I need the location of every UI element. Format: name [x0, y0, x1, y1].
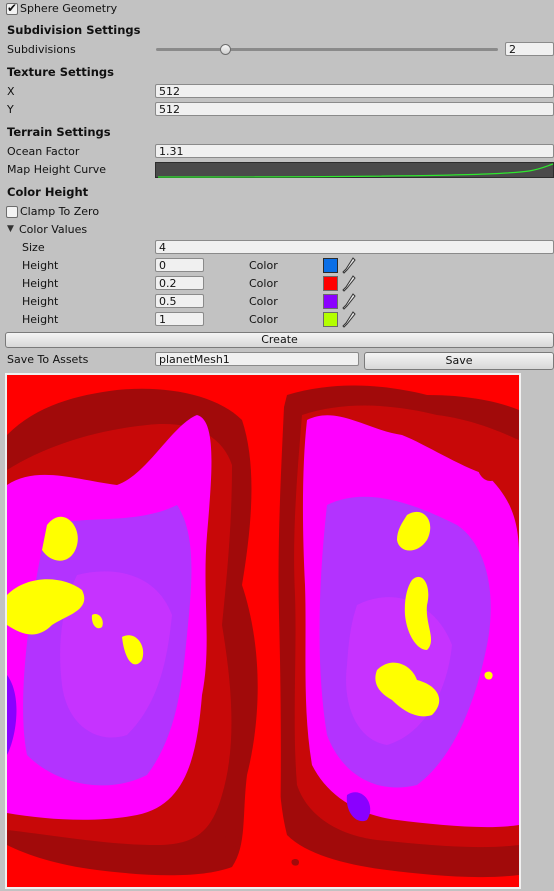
sphere-geometry-checkbox[interactable]: ✔ — [6, 1, 18, 15]
size-label: Size — [22, 241, 45, 254]
texture-preview — [5, 373, 521, 889]
terrain-header: Terrain Settings — [7, 125, 111, 139]
create-button[interactable]: Create — [5, 332, 554, 348]
save-button[interactable]: Save — [364, 352, 554, 370]
color-swatch[interactable] — [323, 258, 338, 273]
y-label: Y — [7, 103, 14, 116]
color-label: Color — [249, 277, 278, 290]
height-label: Height — [22, 313, 59, 326]
color-label: Color — [249, 295, 278, 308]
color-label: Color — [249, 259, 278, 272]
height-field[interactable]: 0 — [155, 258, 204, 272]
asset-name-field[interactable]: planetMesh1 — [155, 352, 359, 366]
size-field[interactable]: 4 — [155, 240, 554, 254]
check-icon: ✔ — [7, 1, 18, 15]
subdivisions-slider-track[interactable] — [156, 48, 498, 51]
eyedropper-icon[interactable] — [342, 257, 356, 275]
map-height-curve-field[interactable] — [155, 162, 554, 178]
clamp-to-zero-checkbox[interactable] — [6, 206, 18, 218]
subdivisions-label: Subdivisions — [7, 43, 76, 56]
ocean-factor-label: Ocean Factor — [7, 145, 80, 158]
color-height-header: Color Height — [7, 185, 89, 199]
eyedropper-icon[interactable] — [342, 275, 356, 293]
ocean-factor-field[interactable]: 1.31 — [155, 144, 554, 158]
color-swatch[interactable] — [323, 276, 338, 291]
color-swatch[interactable] — [323, 294, 338, 309]
height-label: Height — [22, 277, 59, 290]
color-swatch[interactable] — [323, 312, 338, 327]
texture-header: Texture Settings — [7, 65, 114, 79]
save-to-assets-label: Save To Assets — [7, 353, 89, 366]
clamp-to-zero-label: Clamp To Zero — [20, 205, 100, 218]
foldout-triangle-icon[interactable]: ▼ — [7, 224, 14, 234]
color-values-label[interactable]: Color Values — [19, 223, 87, 236]
map-height-curve-label: Map Height Curve — [7, 163, 107, 176]
subdivisions-slider-thumb[interactable] — [220, 44, 231, 55]
eyedropper-icon[interactable] — [342, 311, 356, 329]
height-field[interactable]: 0.2 — [155, 276, 204, 290]
y-field[interactable]: 512 — [155, 102, 554, 116]
x-field[interactable]: 512 — [155, 84, 554, 98]
height-curve-graph — [157, 163, 554, 178]
x-label: X — [7, 85, 15, 98]
subdivision-header: Subdivision Settings — [7, 23, 141, 37]
height-field[interactable]: 1 — [155, 312, 204, 326]
planet-texture-image — [7, 375, 519, 887]
eyedropper-icon[interactable] — [342, 293, 356, 311]
height-label: Height — [22, 295, 59, 308]
sphere-geometry-label: Sphere Geometry — [20, 2, 118, 15]
height-label: Height — [22, 259, 59, 272]
color-label: Color — [249, 313, 278, 326]
subdivisions-field[interactable]: 2 — [505, 42, 554, 56]
height-field[interactable]: 0.5 — [155, 294, 204, 308]
